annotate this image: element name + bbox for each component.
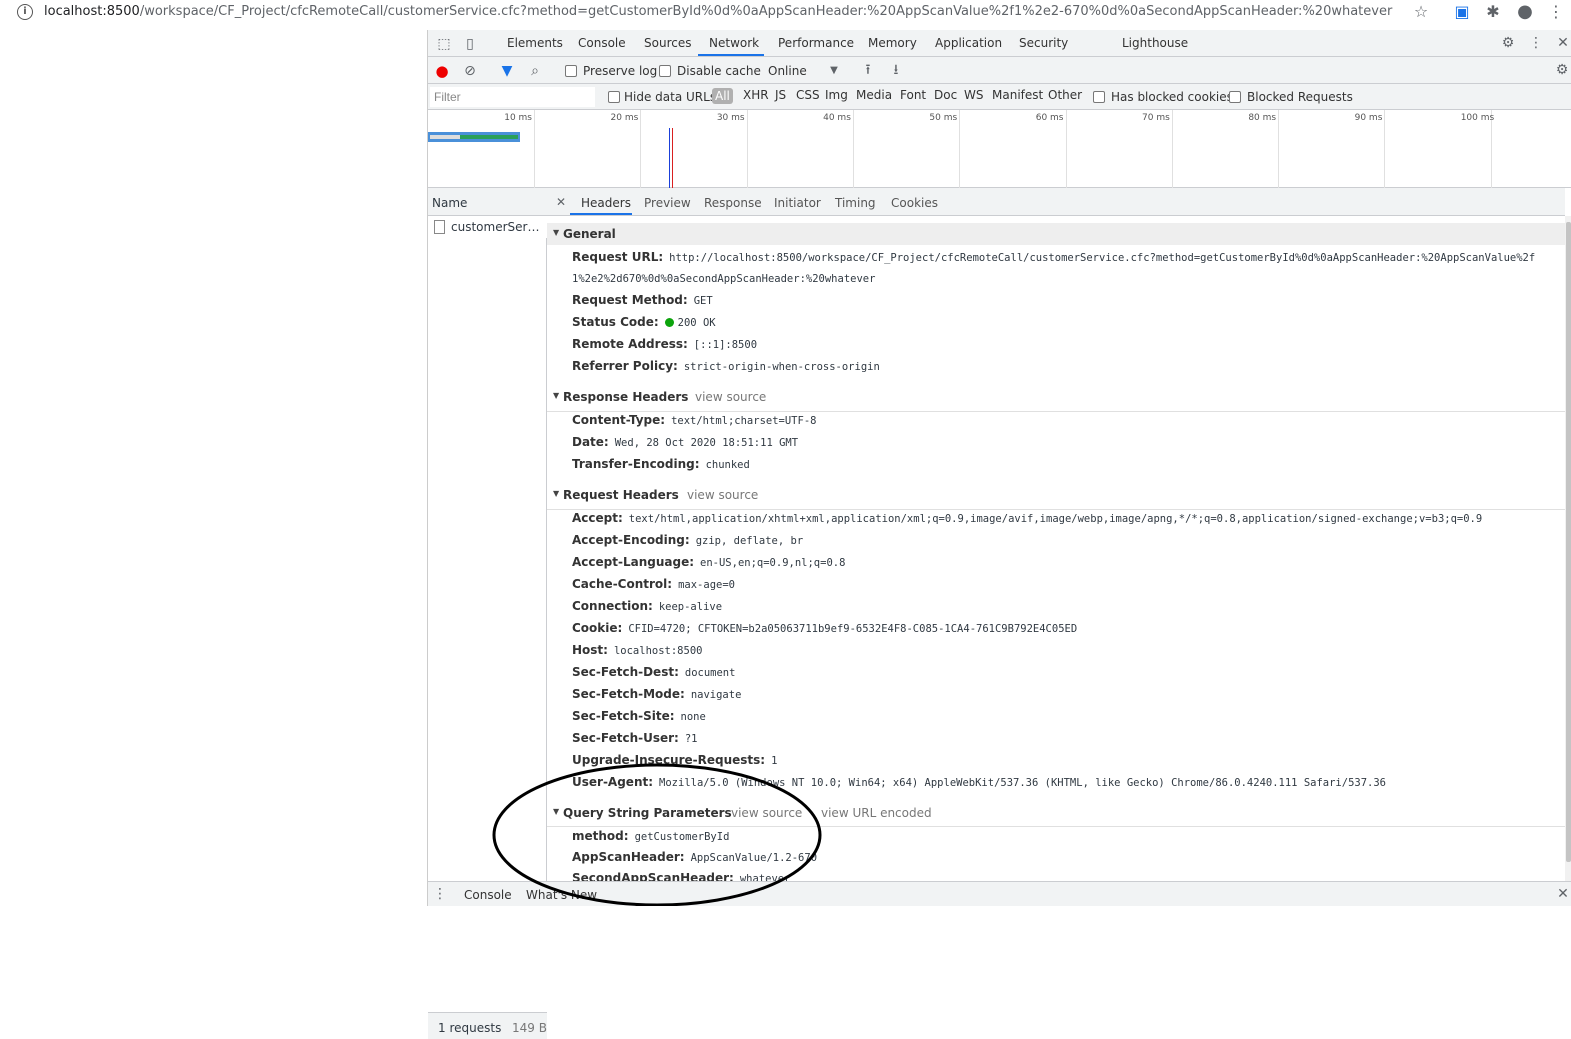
status-summary: 1 requests 149 B [428,1012,547,1039]
transferred-size: 149 B [512,1021,547,1035]
annotation-ellipse [492,763,822,906]
requests-count: 1 requests [438,1021,502,1035]
